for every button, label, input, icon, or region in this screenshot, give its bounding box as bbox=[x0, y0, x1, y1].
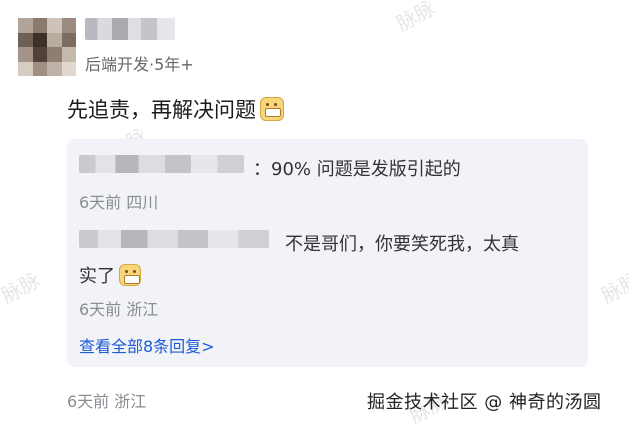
watermark-text: 脉脉 bbox=[597, 267, 629, 308]
replies-panel: ：90% 问题是发版引起的 6天前 四川 不是哥们，你要笑死我，太真 实了 6天… bbox=[67, 139, 588, 367]
watermark-text: 脉脉 bbox=[0, 267, 44, 308]
grin-emoji-icon bbox=[119, 264, 141, 286]
reply-author-blurred[interactable] bbox=[79, 155, 244, 173]
author-role: 后端开发·5年+ bbox=[85, 55, 194, 74]
avatar[interactable] bbox=[18, 18, 76, 76]
username-blurred[interactable] bbox=[85, 18, 175, 40]
comment-text: 先追责，再解决问题 bbox=[67, 98, 256, 122]
grin-emoji-icon bbox=[260, 97, 284, 121]
comment-meta: 6天前 浙江 bbox=[67, 392, 147, 411]
reply-meta: 6天前 四川 bbox=[79, 193, 159, 212]
comment-body: 先追责，再解决问题 bbox=[67, 94, 284, 124]
reply-author-blurred[interactable] bbox=[79, 230, 269, 248]
reply-text: 不是哥们，你要笑死我，太真 bbox=[285, 234, 519, 255]
reply-text-cont: 实了 bbox=[79, 262, 141, 288]
watermark-text: 脉脉 bbox=[392, 0, 439, 36]
view-all-replies-link[interactable]: 查看全部8条回复> bbox=[79, 333, 215, 357]
reply-text-line2: 实了 bbox=[79, 266, 115, 287]
brand-watermark: 掘金技术社区 @ 神奇的汤圆 bbox=[367, 392, 602, 413]
reply-meta: 6天前 浙江 bbox=[79, 300, 159, 319]
reply-text: ：90% 问题是发版引起的 bbox=[253, 159, 461, 180]
